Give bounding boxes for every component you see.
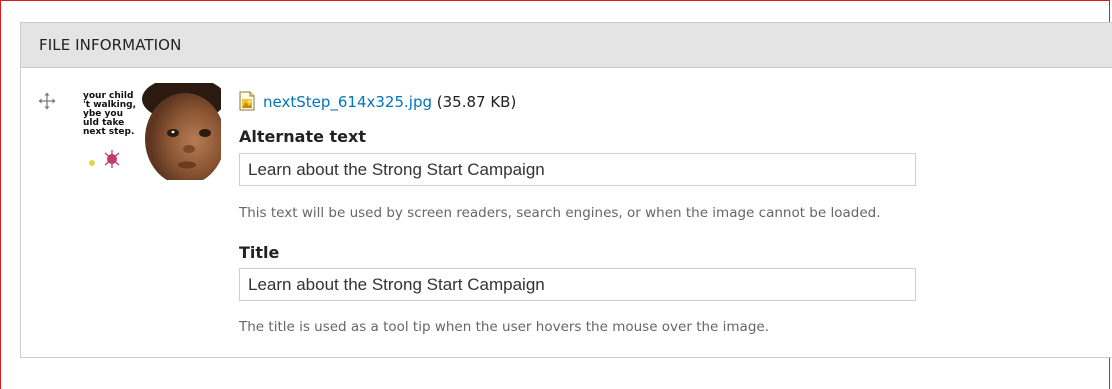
- alt-text-label: Alternate text: [239, 127, 366, 146]
- title-label: Title: [239, 243, 280, 262]
- drag-handle-icon[interactable]: [38, 92, 56, 110]
- file-size: (35.87 KB): [436, 93, 517, 111]
- title-description: The title is used as a tool tip when the…: [239, 319, 769, 335]
- file-name-link[interactable]: nextStep_614x325.jpg: [263, 93, 432, 111]
- thumbnail-text-line: next step.: [83, 127, 134, 137]
- file-line: nextStep_614x325.jpg (35.87 KB): [239, 91, 516, 113]
- title-input[interactable]: [239, 268, 916, 301]
- alt-text-input[interactable]: [239, 153, 916, 186]
- image-file-icon: [239, 91, 255, 111]
- image-thumbnail: your child 't walking, ybe you uld take …: [81, 83, 221, 180]
- fieldset-legend: FILE INFORMATION: [21, 23, 1112, 68]
- alt-text-description: This text will be used by screen readers…: [239, 205, 881, 221]
- file-information-fieldset: FILE INFORMATION your child 't walking, …: [20, 22, 1112, 358]
